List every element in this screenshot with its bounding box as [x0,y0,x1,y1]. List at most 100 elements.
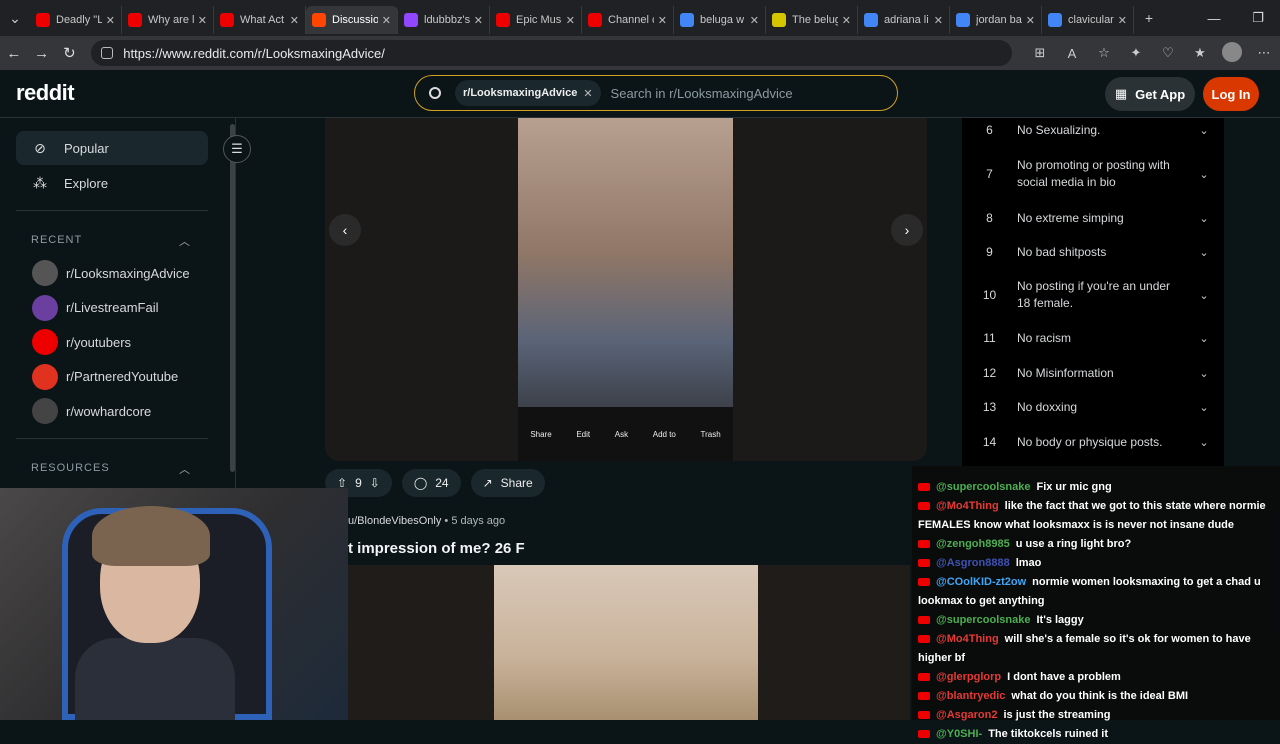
carousel-prev-button[interactable]: ‹ [329,214,361,246]
chevron-down-icon[interactable]: ⌄ [1184,332,1224,345]
rule-item[interactable]: 8 No extreme simping ⌄ [962,206,1224,230]
chevron-down-icon[interactable]: ⌄ [1184,436,1224,449]
chat-username: @Mo4Thing [936,633,999,645]
chevron-down-icon[interactable]: ⌄ [1184,246,1224,259]
close-tab-icon[interactable]: ✕ [382,14,391,27]
share-button[interactable]: ↗ Share [470,469,545,497]
sidebar-recent-community[interactable]: r/wowhardcore [32,397,151,425]
clear-scope-icon[interactable]: ✕ [583,87,592,100]
browser-tab[interactable]: Epic Musi ✕ [490,6,582,34]
close-tab-icon[interactable]: ✕ [106,14,115,27]
post-media-carousel[interactable]: Share Edit Ask Add to Trash ‹ › [325,118,927,461]
rule-item[interactable]: 13 No doxxing ⌄ [962,395,1224,419]
url-field[interactable]: https://www.reddit.com/r/LooksmaxingAdvi… [91,40,1012,66]
browser-tab[interactable]: Discussio ✕ [306,6,398,34]
close-tab-icon[interactable]: ✕ [290,14,299,27]
chevron-down-icon[interactable]: ⌄ [1184,289,1224,302]
downvote-icon[interactable]: ⇩ [370,476,380,490]
tab-list-icon[interactable]: ⌄ [0,10,30,27]
chevron-down-icon[interactable]: ⌄ [1184,401,1224,414]
tab-favicon-icon [680,13,694,27]
minimize-icon[interactable]: — [1192,11,1236,26]
rule-item[interactable]: 11 No racism ⌄ [962,326,1224,350]
close-tab-icon[interactable]: ✕ [842,14,851,27]
chevron-down-icon[interactable]: ⌄ [1184,212,1224,225]
sidebar-recent-community[interactable]: r/LivestreamFail [32,294,158,322]
reddit-logo[interactable]: reddit [16,80,75,106]
browser-tab[interactable]: ldubbbz's ✕ [398,6,490,34]
close-tab-icon[interactable]: ✕ [1118,14,1127,27]
get-app-button[interactable]: ▦ Get App [1105,77,1195,111]
qr-icon: ▦ [1114,86,1128,101]
next-post-title[interactable]: t impression of me? 26 F [348,540,525,557]
favorite-icon[interactable]: ☆ [1088,45,1120,61]
close-tab-icon[interactable]: ✕ [198,14,207,27]
collapse-sidebar-button[interactable]: ☰ [223,135,251,163]
close-tab-icon[interactable]: ✕ [934,14,943,27]
search-scope-chip[interactable]: r/LooksmaxingAdvice ✕ [455,80,601,106]
browser-tab[interactable]: Deadly "L ✕ [30,6,122,34]
browser-tab[interactable]: Why are l ✕ [122,6,214,34]
rule-number: 14 [982,435,997,449]
chat-message: @Asgron8888 lmao [918,554,1274,573]
browser-tab[interactable]: adriana li ✕ [858,6,950,34]
carousel-next-button[interactable]: › [891,214,923,246]
browser-tab[interactable]: What Act ✕ [214,6,306,34]
close-tab-icon[interactable]: ✕ [474,14,483,27]
sidebar-recent-community[interactable]: r/LooksmaxingAdvice [32,259,190,287]
close-tab-icon[interactable]: ✕ [566,14,575,27]
resources-section-header[interactable]: RESOURCES ︿ [31,462,190,476]
close-tab-icon[interactable]: ✕ [1026,14,1035,27]
recent-section-header[interactable]: RECENT ︿ [31,234,190,248]
rule-item[interactable]: 7 No promoting or posting with social me… [962,154,1224,194]
browser-tab-bar: ⌄ Deadly "L ✕ Why are l ✕ What Act ✕ Dis… [0,0,1280,36]
site-info-icon[interactable] [101,47,114,59]
extensions-icon[interactable]: ✦ [1120,45,1152,61]
rule-item[interactable]: 14 No body or physique posts. ⌄ [962,430,1224,454]
chevron-down-icon[interactable]: ⌄ [1184,367,1224,380]
post-author[interactable]: u/BlondeVibesOnly [348,515,441,527]
comments-button[interactable]: ◯ 24 [401,469,461,497]
more-icon[interactable]: ⋯ [1248,45,1280,61]
sidebar-scrollbar[interactable] [230,124,235,472]
browser-tab[interactable]: jordan ba ✕ [950,6,1042,34]
performance-icon[interactable]: ♡ [1152,45,1184,61]
browser-tab[interactable]: Channel c ✕ [582,6,674,34]
rule-number: 13 [982,400,997,414]
read-aloud-icon[interactable]: A [1056,46,1088,61]
browser-tab[interactable]: beluga w ✕ [674,6,766,34]
close-tab-icon[interactable]: ✕ [750,14,759,27]
browser-tab[interactable]: The belug ✕ [766,6,858,34]
new-tab-button[interactable]: + [1134,10,1164,26]
search-input[interactable]: Search in r/LooksmaxingAdvice [611,86,793,101]
community-label: r/youtubers [66,334,132,350]
rule-item[interactable]: 6 No Sexualizing. ⌄ [962,118,1224,142]
search-bar[interactable]: r/LooksmaxingAdvice ✕ Search in r/Looksm… [414,75,898,111]
youtube-icon [918,559,930,568]
sidebar-item-popular[interactable]: ⊘ Popular [16,131,208,165]
app-icon[interactable]: ⊞ [1024,45,1056,61]
favorites-bar-icon[interactable]: ★ [1184,45,1216,61]
login-button[interactable]: Log In [1203,77,1259,111]
chevron-up-icon[interactable]: ︿ [179,461,191,477]
search-scope-label: r/LooksmaxingAdvice [463,87,578,99]
close-tab-icon[interactable]: ✕ [658,14,667,27]
chevron-down-icon[interactable]: ⌄ [1184,124,1224,137]
chevron-up-icon[interactable]: ︿ [179,233,191,249]
rule-text: No Sexualizing. [1017,122,1101,137]
sidebar-item-explore[interactable]: ⁂ Explore [16,166,208,200]
next-post-media[interactable] [348,565,910,720]
rule-item[interactable]: 12 No Misinformation ⌄ [962,361,1224,385]
sidebar-recent-community[interactable]: r/youtubers [32,328,131,356]
forward-icon[interactable]: → [28,45,56,62]
reload-icon[interactable]: ↻ [56,44,84,62]
browser-tab[interactable]: clavicular ✕ [1042,6,1134,34]
chevron-down-icon[interactable]: ⌄ [1184,168,1224,181]
rule-item[interactable]: 10 No posting if you're an under 18 fema… [962,275,1224,315]
rule-item[interactable]: 9 No bad shitposts ⌄ [962,240,1224,264]
restore-icon[interactable]: ❐ [1236,10,1280,26]
tab-favicon-icon [312,13,326,27]
back-icon[interactable]: ← [0,45,28,62]
profile-avatar[interactable] [1216,41,1248,65]
sidebar-recent-community[interactable]: r/PartneredYoutube [32,363,178,391]
